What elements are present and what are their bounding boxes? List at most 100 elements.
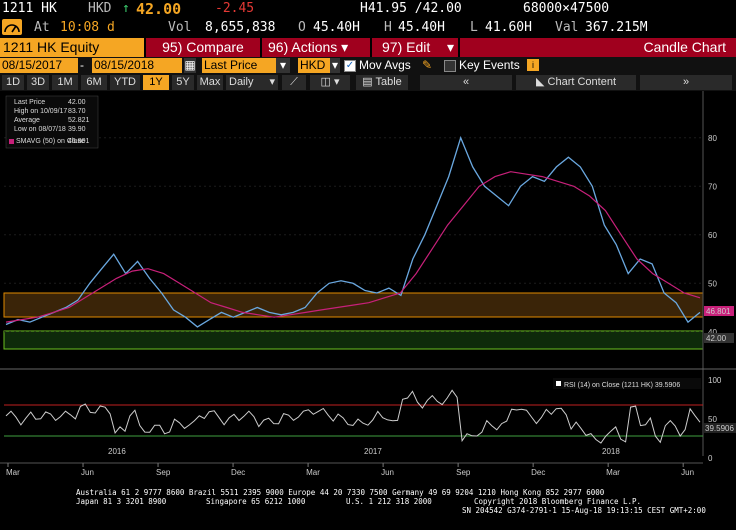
key-events-checkbox[interactable] bbox=[444, 60, 456, 72]
calendar-icon[interactable]: ▦ bbox=[184, 58, 196, 73]
footer-japan: Japan 81 3 3201 8900 bbox=[76, 497, 167, 506]
date-toolbar: 08/15/2017 - 08/15/2018 ▦ Last Price ▾ H… bbox=[0, 57, 736, 74]
pencil-icon[interactable]: ✎ bbox=[422, 58, 432, 73]
x-month-label: Mar bbox=[6, 468, 20, 477]
frequency-select[interactable]: Daily ▾ bbox=[226, 75, 278, 90]
open-label: O bbox=[298, 20, 306, 35]
quote-bar: 1211 HK HKD ↑ 42.00 -2.45 H41.95 /42.00 … bbox=[0, 0, 736, 18]
field-dropdown-icon[interactable]: ▾ bbox=[276, 58, 290, 73]
period-6m-button[interactable]: 6M bbox=[81, 75, 107, 90]
period-5y-button[interactable]: 5Y bbox=[172, 75, 194, 90]
chart-content-icon: ◣ bbox=[536, 76, 548, 88]
legend-value-last: 42.00 bbox=[68, 99, 86, 106]
legend-value-sma: 46.801 bbox=[68, 138, 90, 145]
currency-dropdown-icon[interactable]: ▾ bbox=[330, 58, 340, 73]
period-ytd-button[interactable]: YTD bbox=[110, 75, 140, 90]
key-events-label: Key Events bbox=[459, 58, 520, 72]
chart-title: Candle Chart bbox=[460, 38, 736, 57]
period-1d-button[interactable]: 1D bbox=[2, 75, 24, 90]
quote-detail-bar: At 10:08 d Vol 8,655,838 O 45.40H H 45.4… bbox=[0, 18, 736, 38]
legend-label-low: Low on 08/07/18 bbox=[14, 126, 66, 133]
field-select[interactable]: Last Price bbox=[202, 58, 276, 73]
footer: Australia 61 2 9777 8600 Brazil 5511 239… bbox=[0, 486, 736, 530]
legend-label-last: Last Price bbox=[14, 99, 45, 106]
menu-bar: 1211 HK Equity 95) Compare 96) Actions ▾… bbox=[0, 38, 736, 57]
legend-value-low: 39.90 bbox=[68, 126, 86, 133]
rsi-tick-label: 50 bbox=[708, 415, 717, 424]
x-month-label: Mar bbox=[606, 468, 620, 477]
price-tick-label: 60 bbox=[708, 231, 717, 240]
legend: Last Price 42.00 High on 10/09/17 83.70 … bbox=[5, 95, 99, 149]
rsi-legend: RSI (14) on Close (1211 HK) 39.5906 bbox=[564, 382, 680, 389]
support-band bbox=[3, 330, 704, 350]
x-year-label: 2016 bbox=[108, 447, 126, 456]
x-month-label: Jun bbox=[681, 468, 694, 477]
at-label: At bbox=[34, 20, 50, 35]
table-label: Table bbox=[375, 76, 402, 88]
period-1y-button[interactable]: 1Y bbox=[143, 75, 169, 90]
chart-content-label: Chart Content bbox=[547, 76, 616, 88]
edit-dropdown-icon: ▾ bbox=[446, 39, 454, 55]
price-tick-label: 70 bbox=[708, 182, 717, 191]
x-year-label: 2018 bbox=[602, 447, 620, 456]
mov-avgs-checkbox[interactable]: ✓ bbox=[344, 60, 356, 72]
actions-button[interactable]: 96) Actions ▾ bbox=[262, 38, 370, 57]
price-chart[interactable]: Last Price 42.00 High on 10/09/17 83.70 … bbox=[0, 91, 736, 486]
x-month-label: Jun bbox=[81, 468, 94, 477]
up-arrow-icon: ↑ bbox=[122, 1, 130, 16]
period-toolbar: 1D 3D 1M 6M YTD 1Y 5Y Max Daily ▾ ⟋ ◫ ▾ ▤… bbox=[0, 74, 736, 91]
footer-serial: SN 204542 G374-2791-1 15-Aug-18 19:13:15… bbox=[462, 506, 706, 515]
x-month-label: Sep bbox=[156, 468, 171, 477]
legend-value-average: 52.821 bbox=[68, 117, 90, 124]
edit-label: 97) Edit bbox=[382, 39, 431, 55]
currency-select[interactable]: HKD bbox=[298, 58, 330, 73]
start-date-input[interactable]: 08/15/2017 bbox=[0, 58, 78, 73]
footer-us: U.S. 1 212 318 2000 bbox=[346, 497, 432, 506]
legend-label-high: High on 10/09/17 bbox=[14, 108, 67, 115]
x-month-label: Mar bbox=[306, 468, 320, 477]
footer-contacts: Australia 61 2 9777 8600 Brazil 5511 239… bbox=[76, 488, 605, 497]
last-tag: 42.00 bbox=[706, 334, 727, 343]
val-label: Val bbox=[555, 20, 579, 35]
collapse-left-button[interactable]: « bbox=[420, 75, 512, 90]
actions-label: 96) Actions bbox=[268, 39, 338, 55]
high-label: H bbox=[384, 20, 392, 35]
high-price: 45.40H bbox=[398, 20, 445, 35]
ticker: 1211 HK bbox=[2, 1, 57, 16]
period-max-button[interactable]: Max bbox=[197, 75, 223, 90]
actions-dropdown-icon: ▾ bbox=[341, 39, 349, 55]
volume: 8,655,838 bbox=[205, 20, 276, 35]
low-price: 41.60H bbox=[485, 20, 532, 35]
last-price: 42.00 bbox=[136, 0, 182, 18]
low-label: L bbox=[470, 20, 478, 35]
gauge-icon[interactable] bbox=[2, 19, 22, 35]
edit-button[interactable]: 97) Edit ▾ bbox=[372, 38, 458, 57]
chart-style-icon[interactable]: ◫ ▾ bbox=[310, 75, 350, 90]
line-chart-icon[interactable]: ⟋ bbox=[282, 75, 306, 90]
x-month-label: Sep bbox=[456, 468, 471, 477]
expand-right-button[interactable]: » bbox=[640, 75, 732, 90]
frequency-label: Daily bbox=[229, 76, 254, 88]
open-price: 45.40H bbox=[313, 20, 360, 35]
legend-value-high: 83.70 bbox=[68, 108, 86, 115]
security-field[interactable]: 1211 HK Equity bbox=[0, 38, 144, 57]
period-1m-button[interactable]: 1M bbox=[52, 75, 78, 90]
currency: HKD bbox=[88, 1, 112, 16]
price-tick-label: 80 bbox=[708, 134, 717, 143]
x-month-label: Jun bbox=[381, 468, 394, 477]
compare-button[interactable]: 95) Compare bbox=[146, 38, 260, 57]
chart-content-button[interactable]: ◣ Chart Content bbox=[516, 75, 636, 90]
period-3d-button[interactable]: 3D bbox=[27, 75, 49, 90]
info-icon[interactable]: i bbox=[527, 59, 539, 71]
footer-copyright: Copyright 2018 Bloomberg Finance L.P. bbox=[474, 497, 642, 506]
sma-tag: 46.801 bbox=[706, 307, 731, 316]
table-button[interactable]: ▤ Table bbox=[356, 75, 408, 90]
x-year-label: 2017 bbox=[364, 447, 382, 456]
footer-singapore: Singapore 65 6212 1000 bbox=[206, 497, 306, 506]
end-date-input[interactable]: 08/15/2018 bbox=[92, 58, 182, 73]
price-tick-label: 50 bbox=[708, 279, 717, 288]
rsi-tag: 39.5906 bbox=[705, 424, 734, 433]
quote-time: 10:08 d bbox=[60, 20, 115, 35]
rsi-tick-label: 0 bbox=[708, 454, 713, 463]
traded-value: 367.215M bbox=[585, 20, 648, 35]
